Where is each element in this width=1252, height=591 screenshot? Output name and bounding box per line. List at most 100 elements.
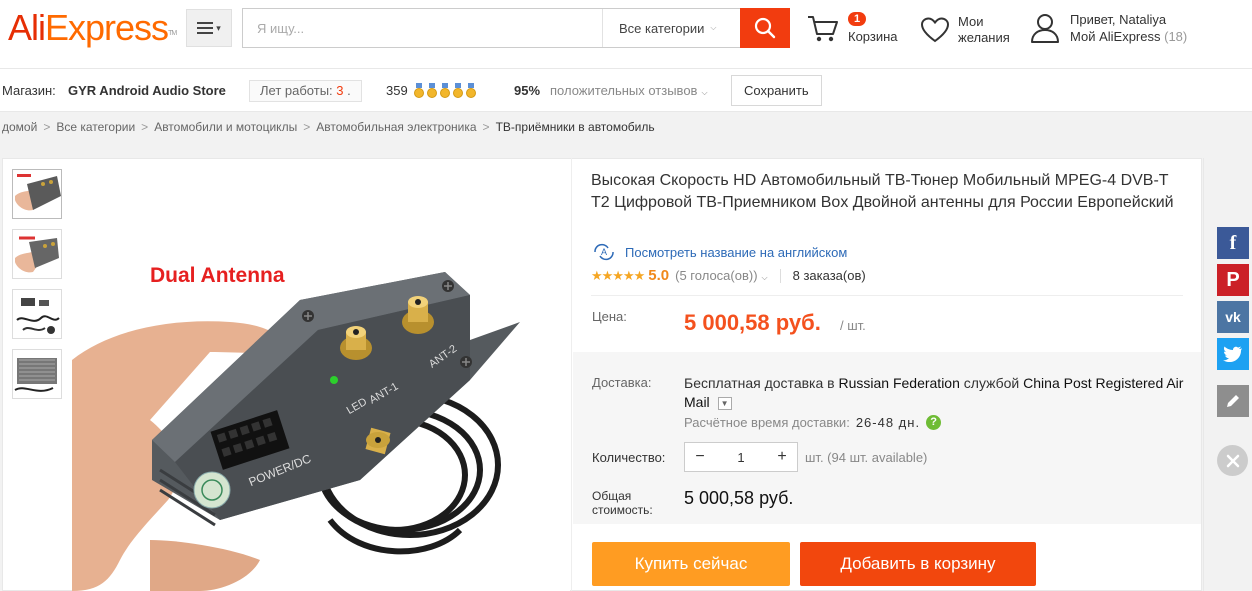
divider	[591, 295, 1183, 296]
thumbnail-image	[13, 290, 61, 338]
panel-divider	[571, 158, 572, 591]
breadcrumb: домой > Все категории > Автомобили и мотоцик…	[2, 120, 655, 134]
account-greeting: Привет, Nataliya	[1070, 12, 1167, 27]
category-menu-button[interactable]: ▾	[186, 9, 232, 47]
pinterest-share-button[interactable]: P	[1217, 264, 1249, 296]
search-category-select[interactable]: Все категории ⌵	[602, 9, 740, 47]
breadcrumb-home[interactable]: домой	[2, 120, 37, 134]
shipping-by: службой	[963, 375, 1020, 391]
rating-stars-icon: ★★★★★	[591, 267, 645, 283]
shipping-label: Доставка:	[592, 375, 652, 390]
rating-value: 5.0	[648, 267, 670, 284]
search-icon	[754, 17, 776, 39]
main-product-image[interactable]: POWER/DC LED ANT-1 ANT-2 Dual Antenna	[72, 160, 570, 591]
positive-feedback-dropdown[interactable]: положительных отзывов ⌵	[550, 83, 708, 98]
search-input[interactable]	[243, 9, 602, 47]
breadcrumb-current: ТВ-приёмники в автомобиль	[495, 120, 655, 134]
thumbnail-4[interactable]	[12, 349, 62, 399]
medal-icon	[465, 83, 477, 99]
facebook-icon: f	[1229, 231, 1237, 254]
store-label: Магазин:	[2, 83, 56, 98]
close-share-button[interactable]	[1217, 445, 1248, 476]
translate-title-text: Посмотреть название на английском	[625, 244, 848, 260]
twitter-share-button[interactable]	[1217, 338, 1249, 370]
save-store-button[interactable]: Сохранить	[731, 75, 822, 106]
twitter-icon	[1223, 346, 1242, 362]
my-aliexpress-link[interactable]: Мой AliExpress (18)	[1070, 29, 1187, 44]
heart-icon	[920, 17, 950, 43]
shipping-prefix: Бесплатная доставка в	[684, 375, 835, 391]
thumbnail-3[interactable]	[12, 289, 62, 339]
vk-icon: vk	[1225, 309, 1241, 325]
chevron-down-icon: ⌵	[761, 273, 768, 282]
breadcrumb-all-categories[interactable]: Все категории	[56, 120, 135, 134]
total-price: 5 000,58 руб.	[684, 488, 794, 508]
chevron-down-icon: ⌵	[710, 23, 717, 32]
store-medals[interactable]	[413, 83, 477, 99]
store-years-value: 3	[336, 83, 344, 98]
rating-votes-label: (5 голоса(ов))	[675, 268, 758, 283]
translate-icon: A	[594, 243, 614, 261]
image-caption: Dual Antenna	[150, 264, 285, 287]
breadcrumb-separator: >	[43, 120, 51, 134]
rating-row: ★★★★★ 5.0 (5 голоса(ов)) ⌵ 8 заказа(ов)	[591, 267, 866, 284]
eta-value: 26-48 дн.	[855, 415, 921, 430]
cart-icon	[808, 16, 838, 42]
medal-icon	[413, 83, 425, 99]
breadcrumb-separator: >	[482, 120, 490, 134]
cart-label: Корзина	[848, 29, 898, 44]
buy-now-button[interactable]: Купить сейчас	[592, 542, 790, 586]
search-button[interactable]	[740, 8, 790, 48]
store-score: 359	[386, 83, 408, 98]
thumbnail-1[interactable]	[12, 169, 62, 219]
quantity-label: Количество:	[592, 450, 666, 465]
price-unit: / шт.	[840, 318, 866, 333]
store-years-badge: Лет работы: 3 .	[249, 80, 362, 102]
help-icon[interactable]: ?	[926, 415, 942, 430]
positive-feedback-label: положительных отзывов	[550, 83, 698, 98]
search-category-label: Все категории	[619, 20, 705, 36]
thumbnail-2[interactable]	[12, 229, 62, 279]
breadcrumb-separator: >	[141, 120, 149, 134]
quantity-available: шт. (94 шт. available)	[805, 450, 928, 465]
store-name-link[interactable]: GYR Android Audio Store	[68, 83, 226, 98]
store-info-bar: Магазин: GYR Android Audio Store Лет раб…	[0, 68, 1252, 112]
shipping-country: Russian Federation	[838, 375, 960, 391]
quantity-increase-button[interactable]: +	[767, 448, 797, 466]
wishlist-label-line1: Мои	[958, 14, 984, 29]
thumbnail-image	[13, 170, 61, 218]
order-count: 8 заказа(ов)	[792, 268, 866, 283]
breadcrumb-bar: домой > Все категории > Автомобили и мотоцик…	[0, 112, 1252, 142]
quantity-decrease-button[interactable]: −	[685, 448, 715, 466]
site-header: AliExpressTM ▾ Все категории ⌵ 1 Корзина	[0, 0, 1252, 62]
logo-express-text: Express	[45, 7, 169, 48]
medal-icon	[426, 83, 438, 99]
hamburger-icon	[197, 22, 214, 34]
edit-share-button[interactable]	[1217, 385, 1249, 417]
facebook-share-button[interactable]: f	[1217, 227, 1249, 259]
logo-trademark: TM	[168, 30, 177, 37]
shipping-options-dropdown[interactable]: ▼	[717, 396, 732, 410]
rating-votes-dropdown[interactable]: (5 голоса(ов)) ⌵	[675, 268, 767, 283]
chevron-down-icon: ⌵	[701, 88, 708, 97]
cart-count-badge: 1	[848, 12, 867, 26]
breadcrumb-auto-electronics[interactable]: Автомобильная электроника	[316, 120, 476, 134]
delivery-estimate: Расчётное время доставки: 26-48 дн. ?	[684, 415, 942, 430]
wishlist-link[interactable]: Мои желания	[920, 12, 1020, 48]
my-aliexpress-label: Мой AliExpress	[1070, 29, 1161, 44]
breadcrumb-auto-moto[interactable]: Автомобили и мотоциклы	[154, 120, 297, 134]
cart-link[interactable]: 1 Корзина	[806, 12, 906, 48]
shipping-info: Бесплатная доставка в Russian Federation…	[684, 374, 1184, 412]
aliexpress-logo[interactable]: AliExpressTM	[8, 7, 177, 48]
user-icon	[1031, 14, 1059, 43]
breadcrumb-separator: >	[303, 120, 311, 134]
account-menu[interactable]: Привет, Nataliya Мой AliExpress (18)	[1030, 12, 1230, 48]
tv-tuner-photo: POWER/DC LED ANT-1 ANT-2	[72, 160, 570, 591]
wishlist-label-line2: желания	[958, 30, 1010, 45]
thumbnail-image	[13, 350, 61, 398]
price-label: Цена:	[592, 309, 627, 324]
add-to-cart-button[interactable]: Добавить в корзину	[800, 542, 1036, 586]
vk-share-button[interactable]: vk	[1217, 301, 1249, 333]
translate-title-link[interactable]: A Посмотреть название на английском	[591, 243, 847, 261]
quantity-input[interactable]: 1	[715, 450, 767, 465]
